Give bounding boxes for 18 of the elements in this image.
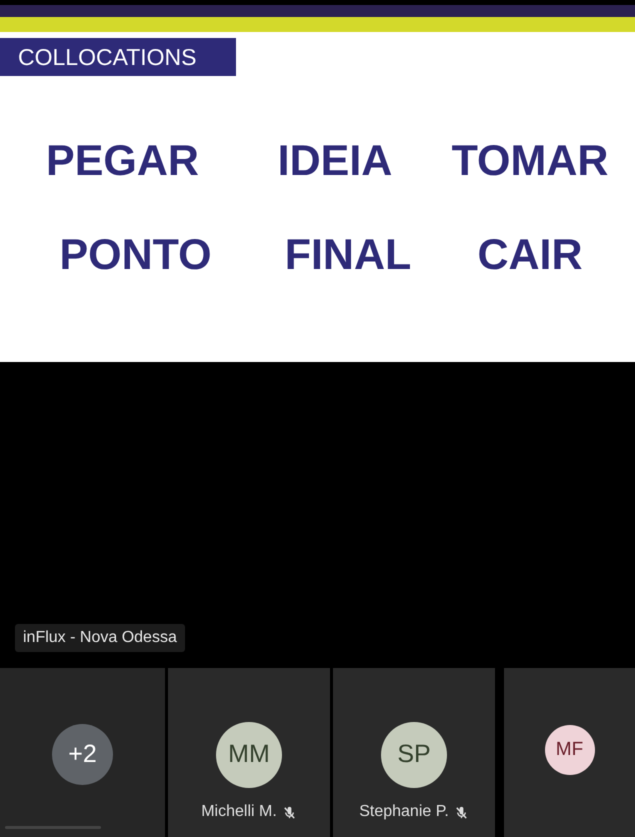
participant-tile[interactable]: MF — [504, 668, 635, 837]
participant-tile[interactable]: +2 — [0, 668, 165, 837]
participant-tile[interactable]: SP Stephanie P. — [333, 668, 495, 837]
avatar: MM — [216, 722, 282, 788]
presenter-label: inFlux - Nova Odessa — [15, 624, 185, 652]
avatar: MF — [544, 724, 594, 774]
participant-name: Michelli M. — [201, 803, 277, 821]
slide-word: FINAL — [284, 230, 412, 280]
avatar: SP — [381, 722, 447, 788]
participant-tile[interactable]: MM Michelli M. — [168, 668, 330, 837]
slide-word: IDEIA — [278, 136, 392, 186]
slide-title: COLLOCATIONS — [0, 38, 236, 76]
avatar: +2 — [52, 724, 113, 785]
slide-word: CAIR — [477, 230, 583, 280]
participant-name: Stephanie P. — [359, 803, 449, 821]
slide-word: TOMAR — [452, 136, 608, 186]
slide-word: PONTO — [59, 230, 212, 280]
slide-word: PEGAR — [46, 136, 199, 186]
